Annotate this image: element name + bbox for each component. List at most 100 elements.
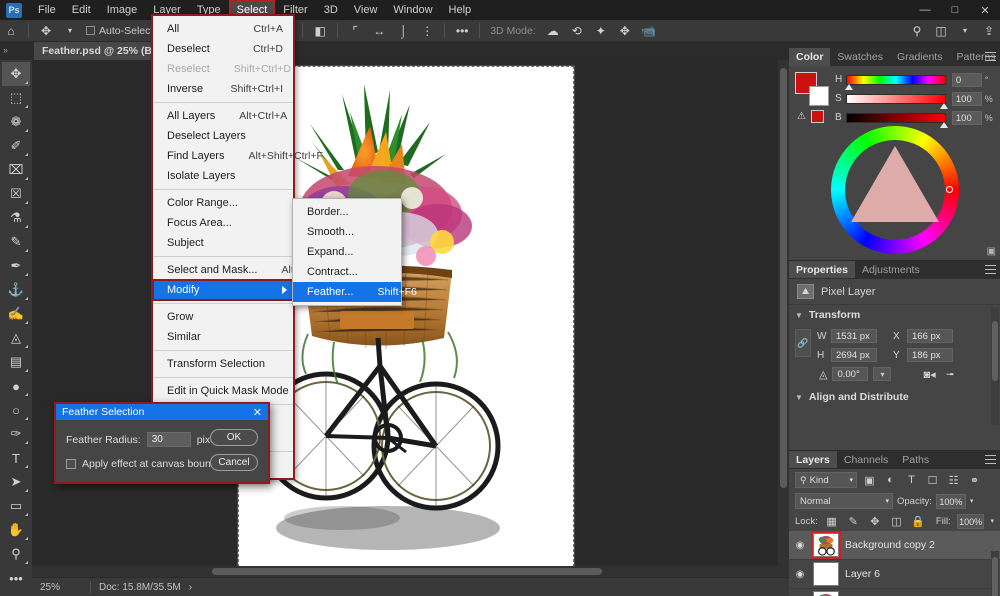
align-top-edges-icon[interactable]: ◧ (309, 21, 331, 41)
tab-color[interactable]: Color (789, 48, 831, 66)
collapse-panels-icon[interactable]: » (3, 45, 8, 55)
menu-item-color-range[interactable]: Color Range... (153, 193, 293, 213)
chevron-down-icon[interactable]: ▾ (59, 21, 81, 41)
shape-filter-icon[interactable]: ☐ (924, 472, 941, 488)
move-tool-icon[interactable]: ✥ (2, 62, 30, 86)
layer-thumbnail[interactable] (811, 531, 841, 559)
flip-vertical-icon[interactable]: ╼ (947, 368, 954, 381)
table-row[interactable]: ◉ Background copy 2 (789, 531, 1000, 560)
lock-artboard-icon[interactable]: ◫ (889, 513, 905, 529)
menu-view[interactable]: View (346, 0, 386, 20)
feather-selection-dialog[interactable]: Feather Selection ✕ Feather Radius: 30 p… (54, 402, 270, 484)
menu-item-find-layers[interactable]: Find Layers Alt+Shift+Ctrl+F (153, 146, 323, 166)
hue-slider-thumb[interactable] (845, 83, 854, 90)
share-icon[interactable]: ⇪ (978, 21, 1000, 41)
adjustment-filter-icon[interactable]: ◐ (882, 472, 899, 488)
home-icon[interactable]: ⌂ (0, 21, 22, 41)
close-icon[interactable]: ✕ (253, 406, 262, 419)
width-field[interactable]: 1531 px (831, 329, 877, 343)
close-button[interactable]: ✕ (970, 0, 1000, 20)
tab-swatches[interactable]: Swatches (830, 48, 890, 66)
move-tool-icon[interactable]: ✥ (35, 21, 57, 41)
hand-tool-icon[interactable]: ✋ (2, 518, 30, 542)
crop-tool-icon[interactable]: ⌧ (2, 158, 30, 182)
panel-menu-icon[interactable] (985, 52, 996, 61)
brightness-slider-thumb[interactable] (939, 121, 948, 128)
panel-menu-icon[interactable] (985, 455, 996, 464)
eyedropper-tool-icon[interactable]: ⚗ (2, 206, 30, 230)
lock-image-pixels-icon[interactable]: ✎ (845, 513, 861, 529)
menu-edit[interactable]: Edit (64, 0, 99, 20)
spot-healing-brush-tool-icon[interactable]: ✎ (2, 230, 30, 254)
apply-at-canvas-bounds-checkbox[interactable] (66, 459, 76, 469)
3d-orbit-icon[interactable]: ☁ (542, 21, 564, 41)
chevron-down-icon[interactable]: ▾ (885, 497, 889, 505)
layer-filter-kind-select[interactable]: ⚲ Kind ▾ (795, 472, 857, 488)
status-expand-arrow[interactable]: › (189, 582, 192, 593)
table-row[interactable]: ◉ Layer 6 (789, 560, 1000, 589)
menu-item-select-and-mask[interactable]: Select and Mask...Alt+Ctrl+R (153, 260, 330, 280)
tab-channels[interactable]: Channels (837, 451, 895, 469)
menu-item-inverse[interactable]: Inverse Shift+Ctrl+I (153, 79, 293, 99)
chevron-down-icon[interactable]: ▼ (795, 311, 803, 320)
menu-3d[interactable]: 3D (316, 0, 346, 20)
search-icon[interactable]: ⚲ (906, 21, 928, 41)
toggle-filter-icon[interactable]: ⚭ (966, 472, 983, 488)
rectangle-tool-icon[interactable]: ▭ (2, 494, 30, 518)
menu-item-modify[interactable]: Modify (152, 279, 294, 301)
tab-gradients[interactable]: Gradients (890, 48, 950, 66)
clone-stamp-tool-icon[interactable]: ⚓ (2, 278, 30, 302)
angle-field[interactable]: 0.00° (832, 367, 869, 381)
hue-value[interactable]: 0 (951, 72, 982, 87)
brightness-slider-track[interactable] (846, 112, 948, 128)
tab-properties[interactable]: Properties (789, 260, 855, 279)
tab-paths[interactable]: Paths (895, 451, 936, 469)
color-wheel-marker[interactable] (945, 186, 953, 193)
menu-item-similar[interactable]: Similar (153, 327, 293, 347)
saturation-slider-thumb[interactable] (939, 102, 948, 109)
zoom-tool-icon[interactable]: ⚲ (2, 542, 30, 566)
color-panel-options-icon[interactable]: ▣ (987, 246, 996, 257)
menu-help[interactable]: Help (441, 0, 480, 20)
menu-item-deselect-layers[interactable]: Deselect Layers (153, 126, 293, 146)
blend-mode-select[interactable]: Normal ▾ (795, 493, 893, 509)
menu-window[interactable]: Window (385, 0, 440, 20)
gamut-substitute-swatch[interactable] (810, 110, 824, 123)
menu-item-deselect[interactable]: Deselect Ctrl+D (153, 39, 293, 59)
distribute-bottom-icon[interactable]: ⌡ (392, 21, 414, 41)
chevron-down-icon[interactable]: ▾ (849, 476, 853, 484)
menu-file[interactable]: File (30, 0, 64, 20)
brightness-value[interactable]: 100 (951, 110, 982, 125)
menu-item-smooth[interactable]: Smooth... (293, 222, 401, 242)
frame-tool-icon[interactable]: ☒ (2, 182, 30, 206)
menu-item-contract[interactable]: Contract... (293, 262, 401, 282)
pen-tool-icon[interactable]: ✑ (2, 422, 30, 446)
lock-transparent-pixels-icon[interactable]: ▦ (824, 513, 840, 529)
saturation-value[interactable]: 100 (951, 91, 982, 106)
pixel-filter-icon[interactable]: ▣ (861, 472, 878, 488)
properties-scrollbar[interactable] (991, 307, 999, 425)
x-field[interactable]: 166 px (907, 329, 953, 343)
default-colors-icon[interactable]: ⧉ (2, 590, 30, 596)
menu-item-isolate-layers[interactable]: Isolate Layers (153, 166, 293, 186)
height-field[interactable]: 2694 px (831, 348, 877, 362)
3d-pan-icon[interactable]: ✦ (590, 21, 612, 41)
menu-item-all[interactable]: All Ctrl+A (153, 19, 293, 39)
link-aspect-ratio-icon[interactable]: 🔗 (795, 329, 811, 357)
chevron-down-icon[interactable]: ▾ (954, 21, 976, 41)
gradient-tool-icon[interactable]: ▤ (2, 350, 30, 374)
visibility-eye-icon[interactable]: ◉ (793, 540, 807, 551)
scrollbar-thumb[interactable] (212, 568, 602, 575)
opacity-value[interactable]: 100% (935, 493, 966, 509)
flip-horizontal-icon[interactable]: ◙◂ (923, 368, 935, 381)
chevron-down-icon[interactable]: ▾ (970, 497, 974, 505)
blur-tool-icon[interactable]: ● (2, 374, 30, 398)
distribute-spacing-icon[interactable]: ⋮ (416, 21, 438, 41)
lock-all-icon[interactable]: 🔒 (910, 513, 926, 529)
scrollbar-thumb[interactable] (992, 321, 998, 381)
menu-item-all-layers[interactable]: All Layers Alt+Ctrl+A (153, 106, 293, 126)
fill-value[interactable]: 100% (956, 513, 985, 529)
lasso-tool-icon[interactable]: ❁ (2, 110, 30, 134)
tab-layers[interactable]: Layers (789, 450, 837, 469)
more-options-icon[interactable]: ••• (451, 21, 473, 41)
